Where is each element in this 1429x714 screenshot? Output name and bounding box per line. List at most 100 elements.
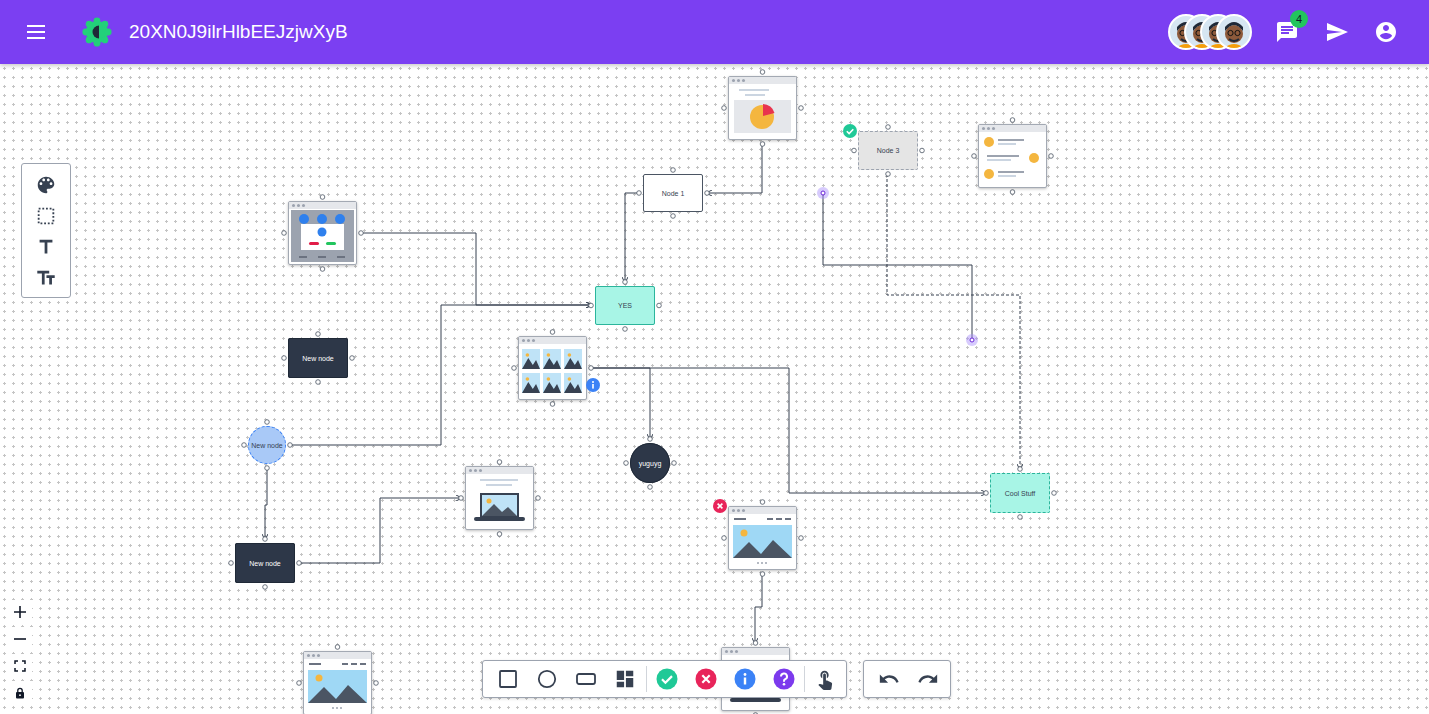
connection-handle[interactable] [297,561,302,566]
diagram-node[interactable]: Node 3 [858,131,918,170]
share-button[interactable] [1325,20,1349,44]
connector[interactable] [591,368,986,493]
lock-button[interactable] [8,681,32,705]
connection-handle[interactable] [242,443,247,448]
account-button[interactable] [1374,20,1398,44]
connection-handle[interactable] [550,402,555,407]
connection-handle[interactable] [1010,118,1015,123]
connection-handle[interactable] [623,280,628,285]
connection-handle[interactable] [536,496,541,501]
zoom-out-button[interactable] [8,627,32,651]
select-button[interactable] [35,205,57,227]
question-badge-tool[interactable] [773,668,795,690]
diagram-node[interactable]: Cool Stuff [990,473,1050,513]
connection-handle[interactable] [316,332,321,337]
connection-handle[interactable] [1018,515,1023,520]
connection-handle[interactable] [760,500,765,505]
rectangle-tool[interactable] [497,668,519,690]
connection-handle[interactable] [753,641,758,646]
diagram-node[interactable]: YES [595,286,655,325]
connection-handle[interactable] [265,466,270,471]
redo-button[interactable] [917,668,939,690]
connection-handle[interactable] [263,585,268,590]
connector[interactable] [361,233,591,305]
connector-endpoint[interactable] [817,187,829,199]
connection-handle[interactable] [288,443,293,448]
connector[interactable] [299,498,461,563]
connector-endpoint[interactable] [966,334,978,346]
connection-handle[interactable] [229,561,234,566]
connection-handle[interactable] [1052,491,1057,496]
diagram-node[interactable] [728,76,797,140]
connector[interactable] [887,174,1020,469]
diagram-node[interactable] [465,466,534,530]
connection-handle[interactable] [760,572,765,577]
connection-handle[interactable] [886,125,891,130]
pan-tool[interactable] [814,668,836,690]
connection-handle[interactable] [722,106,727,111]
connection-handle[interactable] [350,356,355,361]
circle-tool[interactable] [536,668,558,690]
connection-handle[interactable] [1018,467,1023,472]
undo-button[interactable] [878,668,900,690]
connection-handle[interactable] [722,536,727,541]
connector[interactable] [755,574,762,643]
connection-handle[interactable] [282,231,287,236]
diagram-node[interactable]: New node [288,338,348,378]
connection-handle[interactable] [672,461,677,466]
menu-button[interactable] [24,20,48,44]
connection-handle[interactable] [512,366,517,371]
connection-handle[interactable] [282,356,287,361]
connection-handle[interactable] [972,154,977,159]
connection-handle[interactable] [497,532,502,537]
layout-tool[interactable] [614,668,636,690]
connection-handle[interactable] [320,195,325,200]
diagram-node[interactable] [728,506,797,570]
connection-handle[interactable] [920,148,925,153]
connection-handle[interactable] [852,148,857,153]
connection-handle[interactable] [648,437,653,442]
connection-handle[interactable] [671,214,676,219]
connection-handle[interactable] [297,681,302,686]
connection-handle[interactable] [359,231,364,236]
connection-handle[interactable] [671,168,676,173]
diagram-node[interactable]: Node 1 [643,174,703,212]
connection-handle[interactable] [263,537,268,542]
connection-handle[interactable] [335,645,340,650]
error-badge-tool[interactable] [695,668,717,690]
diagram-node[interactable] [303,651,372,714]
color-button[interactable] [35,174,57,196]
connection-handle[interactable] [624,461,629,466]
connection-handle[interactable] [753,713,758,714]
connector[interactable] [707,144,762,193]
chat-button[interactable]: 4 [1275,20,1299,44]
connection-handle[interactable] [459,496,464,501]
connection-handle[interactable] [799,106,804,111]
connection-handle[interactable] [320,267,325,272]
connection-handle[interactable] [316,380,321,385]
text-button[interactable] [35,236,57,258]
connection-handle[interactable] [623,327,628,332]
diagram-canvas[interactable]: Node 1 Node 3 YES New node New node yuguyg Coo… [0,64,1429,714]
diagram-node[interactable]: New node [248,426,286,464]
connection-handle[interactable] [705,191,710,196]
connection-handle[interactable] [589,366,594,371]
connection-handle[interactable] [760,70,765,75]
diagram-node[interactable]: yuguyg [630,443,670,483]
diagram-node[interactable] [978,124,1047,188]
connection-handle[interactable] [497,460,502,465]
check-badge-tool[interactable] [656,668,678,690]
connection-handle[interactable] [984,491,989,496]
connector[interactable] [265,469,267,539]
connection-handle[interactable] [1049,154,1054,159]
connection-handle[interactable] [648,485,653,490]
connection-handle[interactable] [1010,190,1015,195]
connector[interactable] [823,193,972,340]
connection-handle[interactable] [550,330,555,335]
diagram-node[interactable] [288,201,357,265]
logo[interactable] [82,17,112,47]
diagram-node[interactable] [518,336,587,400]
fit-view-button[interactable] [8,654,32,678]
connection-handle[interactable] [799,536,804,541]
info-badge-tool[interactable] [734,668,756,690]
